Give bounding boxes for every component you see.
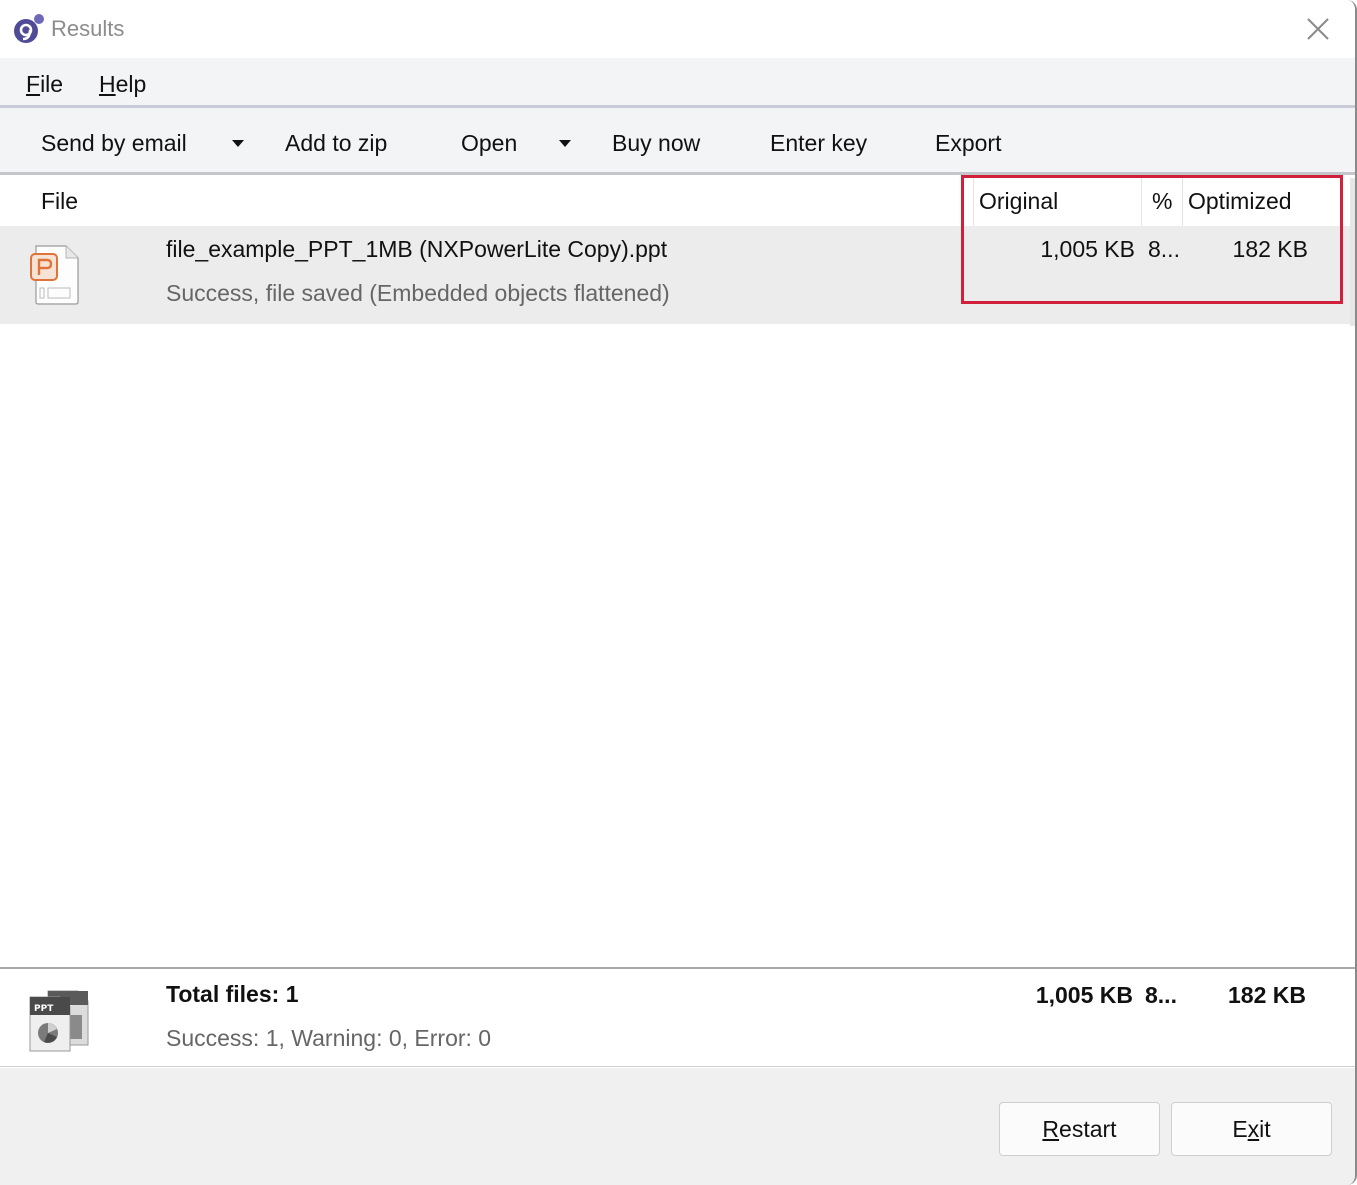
footer-bar: Restart Exit — [0, 1068, 1355, 1185]
column-header-file[interactable]: File — [41, 188, 78, 215]
summary-total-files: Total files: 1 — [166, 981, 299, 1007]
restart-accel: R — [1042, 1116, 1060, 1142]
menu-file[interactable]: File — [26, 71, 63, 98]
summary-percent: 8... — [1145, 982, 1177, 1008]
file-percent: 8... — [1148, 236, 1180, 262]
menu-help[interactable]: Help — [99, 71, 146, 98]
send-by-email-dropdown-caret-icon[interactable] — [232, 140, 244, 147]
close-icon[interactable] — [1301, 12, 1335, 46]
column-separator[interactable] — [973, 178, 974, 226]
file-status: Success, file saved (Embedded objects fl… — [166, 280, 670, 306]
list-scrollbar[interactable] — [1350, 178, 1355, 326]
menu-file-label: ile — [40, 71, 64, 97]
add-to-zip-button[interactable]: Add to zip — [285, 130, 387, 157]
column-header-original[interactable]: Original — [979, 188, 1058, 215]
menu-file-accel: F — [26, 71, 41, 97]
open-button[interactable]: Open — [461, 130, 517, 157]
file-optimized-size: 182 KB — [1232, 236, 1308, 262]
ppt-files-stack-icon: PPT — [29, 990, 89, 1052]
exit-accel: x — [1247, 1116, 1260, 1142]
restart-label: estart — [1059, 1116, 1117, 1142]
column-separator[interactable] — [1141, 178, 1142, 226]
enter-key-button[interactable]: Enter key — [770, 130, 867, 157]
menu-bar: File Help — [0, 58, 1355, 108]
file-original-size: 1,005 KB — [1040, 236, 1135, 262]
column-header-percent[interactable]: % — [1152, 188, 1172, 215]
file-row[interactable]: file_example_PPT_1MB (NXPowerLite Copy).… — [0, 226, 1350, 324]
exit-label-start: E — [1232, 1116, 1248, 1142]
summary-status: Success: 1, Warning: 0, Error: 0 — [166, 1025, 492, 1051]
column-header-optimized[interactable]: Optimized — [1188, 188, 1292, 215]
summary-optimized-size: 182 KB — [1228, 982, 1306, 1008]
app-logo-icon — [14, 14, 44, 43]
powerpoint-file-icon — [30, 245, 79, 305]
svg-text:PPT: PPT — [34, 1004, 54, 1014]
title-bar: Results — [0, 0, 1355, 58]
results-window: Results File Help Send by email Add to z… — [0, 0, 1357, 1185]
window-title: Results — [51, 16, 125, 41]
summary-original-size: 1,005 KB — [1035, 982, 1133, 1008]
exit-label-end: it — [1259, 1116, 1271, 1142]
list-header: File Original % Optimized — [0, 178, 1350, 226]
menu-help-label: elp — [115, 71, 147, 97]
column-separator[interactable] — [1182, 178, 1183, 226]
buy-now-button[interactable]: Buy now — [612, 130, 700, 157]
menu-help-accel: H — [99, 71, 116, 97]
send-by-email-button[interactable]: Send by email — [41, 130, 187, 157]
toolbar: Send by email Add to zip Open Buy now En… — [0, 108, 1355, 175]
restart-button[interactable]: Restart — [999, 1102, 1160, 1156]
summary-panel: PPT Total files: 1 Success: 1, Warning: … — [0, 967, 1355, 1067]
open-dropdown-caret-icon[interactable] — [559, 140, 571, 147]
export-button[interactable]: Export — [935, 130, 1001, 157]
file-name: file_example_PPT_1MB (NXPowerLite Copy).… — [166, 236, 668, 262]
exit-button[interactable]: Exit — [1171, 1102, 1332, 1156]
